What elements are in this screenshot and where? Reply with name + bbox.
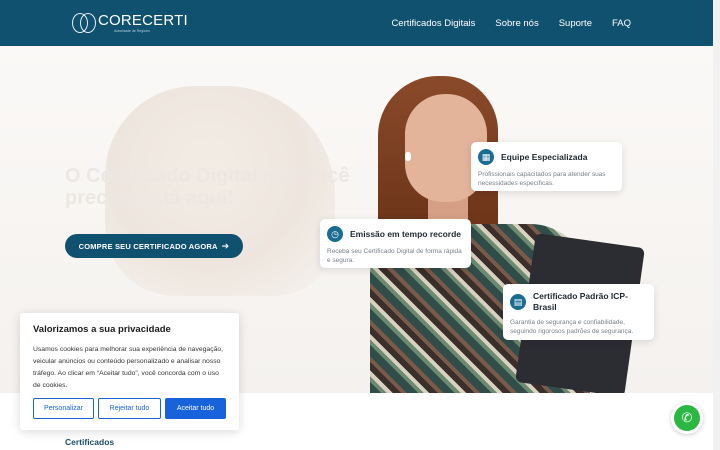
feature-desc-padrao: Garantia de segurança e confiabilidade, …: [510, 319, 634, 335]
nav-certificados-digitais[interactable]: Certificados Digitais: [391, 18, 475, 29]
feature-desc-equipe: Profissionais capacitados para atender s…: [478, 171, 606, 187]
cta-label: COMPRE SEU CERTIFICADO AGORA: [78, 241, 218, 251]
feature-desc-emissao: Receba seu Certificado Digital de forma …: [327, 248, 462, 264]
cookie-text: Usamos cookies para melhorar sua experiê…: [33, 346, 224, 389]
nav-sobre-nos[interactable]: Sobre nós: [495, 18, 538, 29]
page-scrollbar[interactable]: [713, 0, 720, 450]
cookie-buttons: Personalizar Rejeitar tudo Aceitar tudo: [33, 398, 226, 419]
feature-card-equipe: ▦ Equipe Especializada Profissionais cap…: [471, 142, 622, 191]
feature-card-emissao: ◷ Emissão em tempo recorde Receba seu Ce…: [320, 219, 471, 268]
section-tab-certificados[interactable]: Certificados: [65, 437, 114, 447]
top-navbar: CORECERTI Autoridade de Registro Certifi…: [0, 0, 713, 46]
arrow-right-icon: ➔: [221, 240, 230, 251]
nav-suporte[interactable]: Suporte: [559, 18, 592, 29]
nav-faq[interactable]: FAQ: [612, 18, 631, 29]
main-nav: Certificados Digitais Sobre nós Suporte …: [391, 0, 631, 46]
cookie-accept-button[interactable]: Aceitar tudo: [165, 398, 226, 419]
cookie-reject-button[interactable]: Rejeitar tudo: [98, 398, 161, 419]
feature-title-emissao: Emissão em tempo recorde: [350, 228, 462, 239]
cookie-title: Valorizamos a sua privacidade: [33, 324, 171, 335]
corecerti-logo[interactable]: CORECERTI Autoridade de Registro: [72, 11, 188, 35]
feature-card-padrao: ▤ Certificado Padrão ICP-Brasil Garantia…: [503, 284, 654, 340]
building-icon: ▦: [478, 149, 494, 165]
logo-rings-icon: [72, 11, 96, 35]
whatsapp-icon: ✆: [674, 405, 700, 431]
feature-title-equipe: Equipe Especializada: [501, 151, 588, 162]
feature-title-padrao: Certificado Padrão ICP-Brasil: [533, 291, 628, 312]
clock-icon: ◷: [327, 226, 343, 242]
whatsapp-button[interactable]: ✆: [671, 402, 703, 434]
certificate-icon: ▤: [510, 294, 526, 310]
logo-name: CORECERTI: [98, 11, 188, 29]
logo-tagline: Autoridade de Registro: [114, 28, 150, 33]
buy-certificate-button[interactable]: COMPRE SEU CERTIFICADO AGORA ➔: [65, 234, 243, 258]
cookie-consent-banner: Valorizamos a sua privacidade Usamos coo…: [20, 313, 239, 430]
cookie-customize-button[interactable]: Personalizar: [33, 398, 94, 419]
